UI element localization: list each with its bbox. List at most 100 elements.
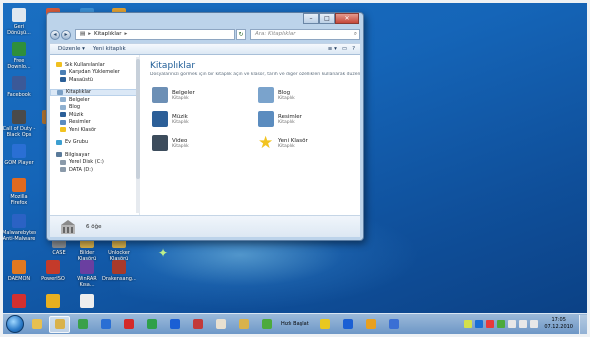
library-item[interactable]: ★ Yeni Klasör Kitaplık [258, 133, 358, 153]
tray-icon[interactable] [519, 320, 528, 328]
tray-icon[interactable] [530, 320, 539, 328]
tray-icon[interactable] [486, 320, 495, 328]
search-input[interactable]: Ara: Kitaplıklar ⌕ [250, 29, 360, 40]
taskbar-app-button[interactable] [187, 316, 208, 333]
app-icon [192, 319, 203, 329]
address-separator[interactable]: ▸ [88, 30, 91, 39]
app-icon [12, 214, 26, 228]
address-bar[interactable]: ▤ ▸ Kitaplıklar ▸ [75, 29, 235, 40]
new-library-button[interactable]: Yeni kitaplık [93, 46, 126, 52]
library-item[interactable]: Resimler Kitaplık [258, 109, 358, 129]
address-segment[interactable]: Kitaplıklar [94, 30, 122, 39]
desktop-icon-label: PowerISO [41, 276, 65, 282]
nav-item-drive-d[interactable]: DATA (D:) [50, 166, 139, 174]
desktop-icon[interactable]: GOM Player [2, 144, 36, 166]
preview-pane-button[interactable]: ▭ [342, 46, 347, 52]
desktop-icon[interactable]: Call of Duty - Black Ops [2, 110, 36, 138]
library-type: Kitaplık [172, 95, 189, 101]
view-options-button[interactable]: ≡ ▾ [328, 46, 337, 52]
taskbar-app-button[interactable] [141, 316, 162, 333]
address-chevron-icon[interactable]: ▸ [125, 30, 128, 39]
tray-icon[interactable] [508, 320, 517, 328]
nav-section-computer: Bilgisayar Yerel Disk (C:) DATA (D:) [50, 151, 139, 174]
quick-launch-button[interactable] [361, 316, 382, 333]
item-count: 6 öğe [86, 223, 102, 230]
nav-computer[interactable]: Bilgisayar [50, 151, 139, 159]
nav-item-drive-c[interactable]: Yerel Disk (C:) [50, 159, 139, 167]
desktop-icon[interactable] [70, 294, 104, 310]
taskbar-app-button[interactable] [210, 316, 231, 333]
desktop-icon[interactable]: Mozilla Firefox [2, 178, 36, 206]
back-button[interactable]: ◂ [50, 29, 60, 40]
desktop-icon[interactable]: PowerISO [36, 260, 70, 282]
page-subtitle: Dosyalarınızı görmek için bir kitaplık a… [150, 72, 360, 77]
desktop-icon[interactable]: Free Downlo... [2, 42, 36, 70]
tray-icon[interactable] [464, 320, 473, 328]
nav-item-blog[interactable]: Blog [50, 104, 139, 112]
taskbar-app-button[interactable] [49, 315, 70, 333]
app-icon [366, 319, 377, 329]
nav-section-favorites: Sık Kullanılanlar Karşıdan Yüklemeler Ma… [50, 61, 139, 84]
library-icon [61, 219, 75, 234]
tray-icon[interactable] [497, 320, 506, 328]
quick-launch-label[interactable]: Hızlı Başlat [281, 321, 309, 327]
taskbar-app-button[interactable] [26, 316, 47, 333]
quick-launch-button[interactable] [384, 316, 405, 333]
library-icon [152, 135, 168, 151]
desktop-icon[interactable]: Drakensang... [102, 260, 136, 282]
tray-icon[interactable] [475, 320, 484, 328]
show-desktop-button[interactable] [579, 314, 587, 334]
library-name: Belgeler [172, 89, 195, 96]
taskbar-app-button[interactable] [95, 316, 116, 333]
taskbar-app-button[interactable] [233, 316, 254, 333]
nav-homegroup[interactable]: Ev Grubu [50, 139, 139, 147]
desktop-icon[interactable]: WinRAR Kısa... [70, 260, 104, 288]
nav-item-downloads[interactable]: Karşıdan Yüklemeler [50, 69, 139, 77]
taskbar-app-button[interactable] [118, 316, 139, 333]
quick-launch-button[interactable] [338, 316, 359, 333]
desktop-icon[interactable]: Malwarebytes' Anti-Malware [2, 214, 36, 242]
nav-scrollbar[interactable] [136, 57, 140, 213]
title-bar[interactable]: – □ ✕ [47, 13, 363, 27]
nav-item-new-folder[interactable]: Yeni Klasör [50, 126, 139, 134]
clock[interactable]: 17:05 07.12.2010 [544, 317, 573, 331]
desktop-icon [60, 77, 66, 83]
nav-item-pictures[interactable]: Resimler [50, 119, 139, 127]
taskbar-app-button[interactable] [72, 316, 93, 333]
quick-launch-icons [313, 316, 405, 333]
desktop-icon[interactable]: Geri Dönüşü... [2, 8, 36, 36]
library-name: Müzik [172, 113, 188, 120]
desktop-icon-label: Free Downlo... [7, 58, 31, 70]
desktop-icon[interactable]: DAEMON [2, 260, 36, 282]
app-icon [80, 260, 94, 274]
star-icon [56, 62, 62, 68]
taskbar-app-button[interactable] [164, 316, 185, 333]
close-button[interactable]: ✕ [335, 13, 359, 24]
app-icon [12, 294, 26, 308]
nav-favorites[interactable]: Sık Kullanılanlar [50, 61, 139, 69]
nav-item-desktop[interactable]: Masaüstü [50, 76, 139, 84]
library-type: Kitaplık [172, 119, 189, 125]
desktop-icon[interactable] [2, 294, 36, 310]
desktop-icon-label: Drakensang... [102, 276, 136, 282]
desktop-icon[interactable]: Facebook [2, 76, 36, 98]
maximize-button[interactable]: □ [319, 13, 335, 24]
library-item[interactable]: Belgeler Kitaplık [152, 85, 252, 105]
library-item[interactable]: Blog Kitaplık [258, 85, 358, 105]
desktop-icon[interactable] [36, 294, 70, 310]
nav-item-music[interactable]: Müzik [50, 111, 139, 119]
quick-launch-button[interactable] [315, 316, 336, 333]
organize-button[interactable]: Düzenle ▾ [58, 46, 85, 52]
refresh-button[interactable]: ↻ [236, 29, 246, 40]
minimize-button[interactable]: – [303, 13, 319, 24]
nav-item-documents[interactable]: Belgeler [50, 96, 139, 104]
library-item[interactable]: Müzik Kitaplık [152, 109, 252, 129]
forward-button[interactable]: ▸ [61, 29, 71, 40]
nav-label: Müzik [69, 111, 84, 118]
taskbar-app-button[interactable] [256, 316, 277, 333]
scroll-thumb[interactable] [136, 59, 140, 179]
library-item[interactable]: Video Kitaplık [152, 133, 252, 153]
nav-libraries[interactable]: Kitaplıklar [50, 88, 139, 96]
help-button[interactable]: ? [352, 46, 355, 52]
start-button[interactable] [6, 315, 24, 333]
